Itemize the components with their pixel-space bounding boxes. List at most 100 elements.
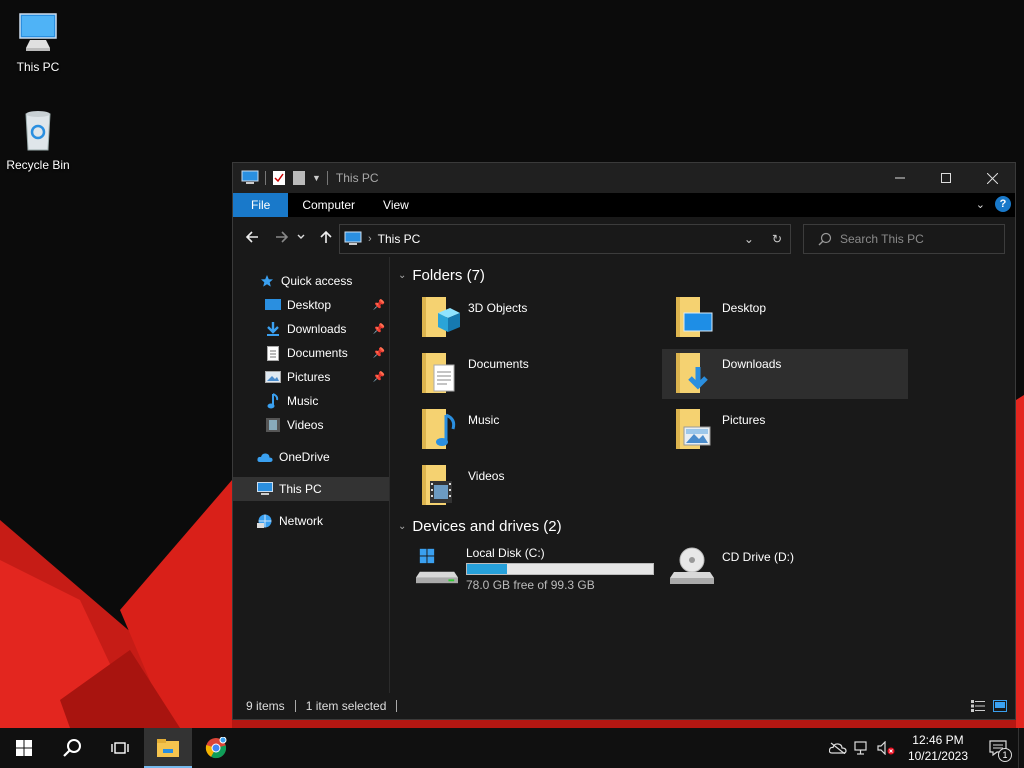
tab-view[interactable]: View [369, 193, 423, 217]
sidebar-item-network[interactable]: Network [233, 509, 389, 533]
drive-usage-fill [467, 564, 507, 574]
drive-tile-cd-drive-d[interactable]: CD Drive (D:) [662, 542, 908, 592]
drive-free-space: 78.0 GB free of 99.3 GB [466, 578, 595, 592]
chevron-down-icon [297, 234, 305, 239]
sidebar-item-quick-access[interactable]: Quick access [233, 269, 389, 293]
network-tray-icon[interactable] [850, 728, 874, 768]
cd-drive-icon [670, 547, 714, 584]
minimize-button[interactable] [877, 163, 923, 193]
task-view-button[interactable] [96, 728, 144, 768]
sidebar-item-label: Music [287, 394, 319, 408]
search-icon [818, 232, 832, 246]
navigation-pane[interactable]: Quick access Desktop 📌 Downloads 📌 Docum… [233, 257, 390, 693]
up-button[interactable] [314, 225, 338, 249]
folder-tile-pictures[interactable]: Pictures [662, 405, 908, 455]
chevron-down-icon[interactable]: ⌄ [398, 521, 406, 532]
address-dropdown-icon[interactable]: ⌄ [744, 232, 754, 246]
videos-icon [265, 417, 281, 433]
desktop-icon-label: This PC [16, 60, 60, 74]
details-view-icon[interactable] [971, 700, 985, 712]
recent-locations-button[interactable] [293, 225, 309, 249]
breadcrumb-chevron-icon[interactable]: › [368, 233, 372, 245]
window-controls [877, 163, 1015, 193]
status-separator [396, 700, 398, 712]
sidebar-item-label: Documents [287, 346, 348, 360]
file-explorer-icon [157, 739, 179, 757]
forward-button[interactable] [270, 225, 294, 249]
start-button[interactable] [0, 728, 48, 768]
item-count: 9 items [246, 699, 285, 713]
computer-icon [19, 13, 57, 51]
toolbar-separator [265, 171, 266, 185]
pin-icon: 📌 [372, 299, 385, 311]
notification-center-button[interactable]: 1 [978, 728, 1018, 768]
taskbar-file-explorer[interactable] [144, 728, 192, 768]
drives-group-header[interactable]: ⌄ Devices and drives (2) [398, 518, 562, 535]
drive-tile-local-disk-c[interactable]: Local Disk (C:) 78.0 GB free of 99.3 GB [408, 542, 654, 598]
folder-tile-music[interactable]: Music [408, 405, 654, 455]
sidebar-item-pictures[interactable]: Pictures 📌 [233, 365, 389, 389]
search-input[interactable] [840, 232, 1000, 246]
folder-tile-documents[interactable]: Documents [408, 349, 654, 399]
volume-tray-icon[interactable] [874, 728, 898, 768]
computer-icon [241, 170, 259, 184]
toolbar-separator [326, 171, 328, 185]
search-box[interactable] [803, 224, 1005, 254]
sidebar-item-label: OneDrive [279, 450, 330, 464]
cloud-icon [257, 449, 273, 465]
show-desktop-button[interactable] [1018, 728, 1024, 768]
large-icons-view-icon[interactable] [993, 700, 1007, 712]
desktop-icon-this-pc[interactable]: This PC [0, 8, 76, 74]
search-icon [63, 739, 81, 757]
quick-access-toolbar: ▼ [233, 163, 328, 193]
sidebar-item-this-pc[interactable]: This PC [233, 477, 389, 501]
chevron-down-icon[interactable]: ⌄ [398, 270, 406, 281]
search-button[interactable] [48, 728, 96, 768]
cloud-offline-icon [828, 742, 847, 754]
sidebar-item-desktop[interactable]: Desktop 📌 [233, 293, 389, 317]
ribbon-tabs: File Computer View ⌄ ? [233, 193, 1015, 217]
properties-icon[interactable] [272, 170, 286, 186]
folder-tile-videos[interactable]: Videos [408, 461, 654, 511]
taskbar-clock[interactable]: 12:46 PM 10/21/2023 [908, 732, 968, 764]
close-button[interactable] [969, 163, 1015, 193]
sidebar-item-onedrive[interactable]: OneDrive [233, 445, 389, 469]
music-folder-icon [422, 409, 456, 449]
content-pane[interactable]: ⌄ Folders (7) 3D Objects Desktop Documen… [390, 257, 1015, 693]
close-icon [986, 172, 998, 184]
folder-tile-downloads[interactable]: Downloads [662, 349, 908, 399]
refresh-icon[interactable]: ↻ [772, 232, 782, 246]
folder-tile-3d-objects[interactable]: 3D Objects [408, 293, 654, 343]
desktop-icon-recycle-bin[interactable]: Recycle Bin [0, 106, 76, 172]
folder-tile-desktop[interactable]: Desktop [662, 293, 908, 343]
title-bar[interactable]: ▼ This PC [233, 163, 1015, 193]
maximize-button[interactable] [923, 163, 969, 193]
sidebar-item-label: Network [279, 514, 324, 528]
window-title: This PC [335, 171, 379, 185]
folders-group-header[interactable]: ⌄ Folders (7) [398, 267, 485, 284]
customize-toolbar-chevron-icon[interactable]: ▼ [312, 173, 321, 183]
folder-label: 3D Objects [468, 301, 528, 315]
star-icon [259, 273, 275, 289]
pictures-icon [265, 369, 281, 385]
breadcrumb-this-pc[interactable]: This PC [378, 232, 421, 246]
recycle-bin-icon [25, 111, 51, 151]
back-button[interactable] [240, 225, 264, 249]
expand-ribbon-chevron-icon[interactable]: ⌄ [976, 198, 985, 211]
volume-muted-icon [877, 741, 895, 755]
sidebar-item-music[interactable]: Music [233, 389, 389, 413]
taskbar-chrome[interactable] [192, 728, 240, 768]
help-button[interactable]: ? [995, 196, 1011, 212]
tab-computer[interactable]: Computer [288, 193, 369, 217]
sidebar-item-videos[interactable]: Videos [233, 413, 389, 437]
pictures-folder-icon [676, 409, 711, 449]
videos-folder-icon [422, 465, 452, 505]
onedrive-tray-icon[interactable] [826, 728, 850, 768]
sidebar-item-downloads[interactable]: Downloads 📌 [233, 317, 389, 341]
new-folder-icon[interactable] [292, 170, 306, 186]
downloads-folder-icon [676, 353, 708, 393]
address-bar[interactable]: › This PC ⌄ ↻ [339, 224, 791, 254]
group-title: Folders (7) [412, 267, 485, 284]
sidebar-item-documents[interactable]: Documents 📌 [233, 341, 389, 365]
tab-file[interactable]: File [233, 193, 289, 217]
